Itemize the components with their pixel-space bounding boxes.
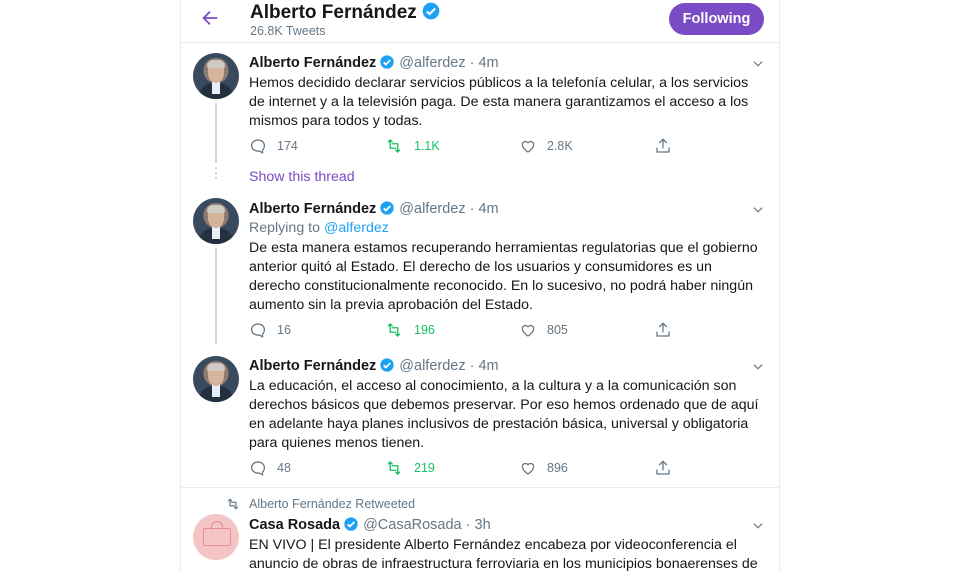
like-count: 896 <box>547 461 568 475</box>
author-name[interactable]: Alberto Fernández <box>249 201 376 217</box>
show-thread-link[interactable]: Show this thread <box>249 169 355 185</box>
retweet-icon <box>387 323 401 337</box>
tweet-actions: 174 1.1K 2.8K <box>249 136 689 156</box>
tweet-header: Alberto Fernández @alferdez · 4m <box>249 54 499 74</box>
retweet-button[interactable]: 1.1K <box>384 136 440 156</box>
reply-count: 48 <box>277 461 291 475</box>
back-arrow-icon[interactable] <box>199 7 221 29</box>
author-name[interactable]: Casa Rosada <box>249 517 340 533</box>
tweet-header: Alberto Fernández @alferdez · 4m <box>249 200 499 220</box>
verified-badge-icon <box>379 357 395 377</box>
tweet-text: Hemos decidido declarar servicios públic… <box>249 75 749 129</box>
reply-count: 174 <box>277 139 298 153</box>
tweet-text: De esta manera estamos recuperando herra… <box>249 240 758 313</box>
tweet-header: Casa Rosada @CasaRosada · 3h <box>249 516 491 536</box>
following-button[interactable]: Following <box>669 3 764 35</box>
tweet[interactable]: Alberto Fernández @alferdez · 4m Replying… <box>181 190 779 346</box>
verified-badge-icon <box>379 200 395 220</box>
tweet-time[interactable]: · 4m <box>470 201 499 217</box>
author-handle[interactable]: @alferdez <box>399 201 465 217</box>
chevron-down-icon[interactable] <box>751 360 765 374</box>
share-button[interactable] <box>654 458 682 478</box>
chevron-down-icon[interactable] <box>751 519 765 533</box>
author-name[interactable]: Alberto Fernández <box>249 55 376 71</box>
heart-icon <box>521 462 535 475</box>
reply-icon <box>250 461 266 476</box>
author-handle[interactable]: @alferdez <box>399 55 465 71</box>
retweet-button[interactable]: 219 <box>384 458 435 478</box>
tweet-time[interactable]: · 4m <box>470 358 499 374</box>
chevron-down-icon[interactable] <box>751 57 765 71</box>
reply-button[interactable]: 174 <box>249 136 298 156</box>
avatar[interactable] <box>193 198 239 244</box>
heart-icon <box>521 140 535 153</box>
tweet-text: EN VIVO | El presidente Alberto Fernánde… <box>249 537 758 572</box>
like-count: 805 <box>547 323 568 337</box>
chevron-down-icon[interactable] <box>751 203 765 217</box>
replying-to: Replying to @alferdez <box>249 220 389 236</box>
share-button[interactable] <box>654 320 682 340</box>
share-icon <box>656 322 670 337</box>
verified-badge-icon <box>421 1 441 27</box>
tweet[interactable]: Alberto Fernández @alferdez · 4m Hemos de… <box>181 43 779 187</box>
verified-badge-icon <box>343 516 359 536</box>
avatar[interactable] <box>193 356 239 402</box>
reply-button[interactable]: 16 <box>249 320 291 340</box>
profile-name-text: Alberto Fernández <box>250 2 417 23</box>
retweet-icon <box>387 461 401 475</box>
tweet-time[interactable]: · 3h <box>466 517 491 533</box>
share-icon <box>656 138 670 153</box>
verified-badge-icon <box>379 54 395 74</box>
retweeted-by: Alberto Fernández Retweeted <box>225 497 415 511</box>
reply-button[interactable]: 48 <box>249 458 291 478</box>
share-icon <box>656 460 670 475</box>
like-button[interactable]: 2.8K <box>519 136 573 156</box>
avatar[interactable] <box>193 53 239 99</box>
heart-icon <box>521 324 535 337</box>
tweet-text: La educación, el acceso al conocimiento,… <box>249 378 759 451</box>
tweet-header: Alberto Fernández @alferdez · 4m <box>249 357 499 377</box>
tweet[interactable]: Alberto Fernández @alferdez · 4m La educa… <box>181 346 779 486</box>
thread-connector <box>215 248 217 344</box>
reply-count: 16 <box>277 323 291 337</box>
retweet-count: 196 <box>414 323 435 337</box>
tweet-actions: 16 196 805 <box>249 320 689 340</box>
tweet-count: 26.8K Tweets <box>250 24 326 38</box>
retweet-button[interactable]: 196 <box>384 320 435 340</box>
like-count: 2.8K <box>547 139 573 153</box>
thread-dots <box>215 167 217 182</box>
thread-connector <box>215 103 217 163</box>
avatar[interactable] <box>193 514 239 560</box>
replying-to-handle[interactable]: @alferdez <box>324 220 389 236</box>
retweet-icon <box>387 139 401 153</box>
author-handle[interactable]: @alferdez <box>399 358 465 374</box>
tweet-time[interactable]: · 4m <box>470 55 499 71</box>
profile-header: Alberto Fernández 26.8K Tweets Following <box>181 0 779 43</box>
retweet-icon <box>227 498 239 510</box>
tweet-actions: 48 219 896 <box>249 458 689 478</box>
timeline-column: Alberto Fernández 26.8K Tweets Following… <box>180 0 780 573</box>
replying-to-label: Replying to <box>249 220 320 236</box>
author-handle[interactable]: @CasaRosada <box>363 517 462 533</box>
retweet-count: 219 <box>414 461 435 475</box>
retweet-count: 1.1K <box>414 139 440 153</box>
reply-icon <box>250 323 266 338</box>
tweet[interactable]: Alberto Fernández Retweeted Casa Rosada @… <box>181 488 779 573</box>
retweeted-by-label[interactable]: Alberto Fernández Retweeted <box>249 497 415 511</box>
reply-icon <box>250 139 266 154</box>
author-name[interactable]: Alberto Fernández <box>249 358 376 374</box>
share-button[interactable] <box>654 136 682 156</box>
like-button[interactable]: 805 <box>519 320 568 340</box>
like-button[interactable]: 896 <box>519 458 568 478</box>
